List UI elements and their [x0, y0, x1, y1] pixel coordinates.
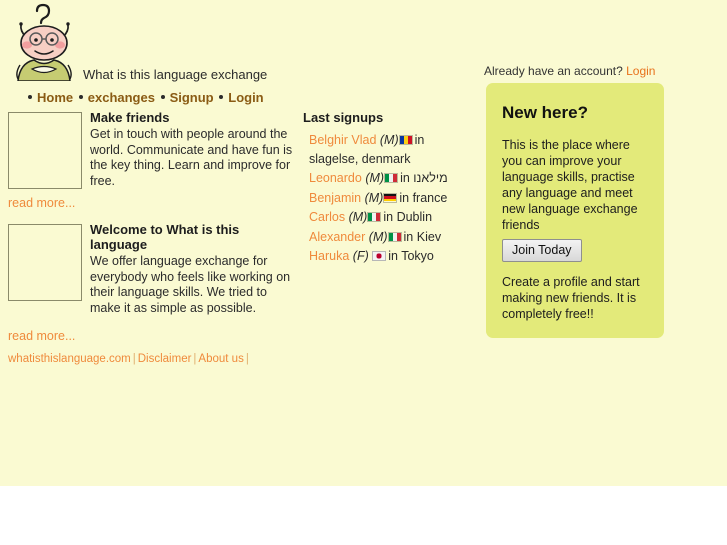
header-login-link[interactable]: Login	[626, 64, 655, 78]
site-header: What is this language exchange Already h…	[0, 0, 727, 85]
bullet-icon	[78, 95, 83, 99]
signup-user-link[interactable]: Benjamin	[309, 191, 361, 205]
last-signups-panel: Last signups Belghir Vlad (M) in slagelse…	[303, 110, 473, 267]
account-prompt-text: Already have an account?	[484, 64, 623, 78]
account-prompt: Already have an account? Login	[484, 64, 655, 78]
left-column: Make friends Get in touch with people ar…	[8, 110, 293, 355]
promo-welcome: Welcome to What is this language We offe…	[8, 222, 293, 343]
signup-location: Kiev	[416, 229, 442, 244]
nav-item-exchanges[interactable]: exchanges	[78, 90, 157, 105]
flag-icon-italy	[367, 212, 382, 222]
flag-icon-romania	[398, 135, 413, 145]
flag-icon-italy	[387, 231, 402, 242]
signup-in-word: in	[388, 249, 398, 263]
flag-icon-germany	[383, 192, 398, 203]
list-item: Benjamin (M) in france	[309, 189, 473, 208]
signup-in-word: in	[414, 133, 425, 147]
signup-location: slagelse, denmark	[309, 151, 411, 166]
nav-link-exchanges[interactable]: exchanges	[88, 90, 155, 105]
signup-user-link[interactable]: Belghir Vlad	[309, 133, 376, 147]
alien-question-mark-logo-icon	[16, 3, 72, 81]
bullet-icon	[219, 95, 224, 99]
footer-link-site[interactable]: whatisthislanguage.com	[8, 353, 131, 365]
last-signups-heading: Last signups	[303, 110, 384, 125]
site-logo[interactable]	[8, 3, 80, 81]
main-navigation: Home exchanges Signup Login	[28, 90, 266, 105]
list-item: Carlos (M) in Dublin	[309, 208, 473, 227]
signup-in-word: in	[383, 210, 394, 224]
footer-separator: |	[132, 353, 136, 365]
signup-gender: (F)	[352, 249, 369, 263]
read-more-link-welcome[interactable]: read more...	[8, 323, 293, 343]
signup-gender: (M)	[348, 210, 368, 224]
footer-link-about-us[interactable]: About us	[198, 353, 243, 365]
signup-location: Dublin	[396, 210, 433, 224]
list-item: Haruka (F) in Tokyo	[309, 247, 473, 266]
nav-item-signup[interactable]: Signup	[160, 90, 216, 105]
signup-gender: (M)	[365, 171, 385, 185]
page-root: What is this language exchange Already h…	[0, 0, 727, 545]
signup-in-word: in	[403, 229, 414, 244]
list-item: Belghir Vlad (M) in slagelse, denmark	[309, 131, 473, 168]
bullet-icon	[160, 95, 165, 99]
signup-gender: (M)	[379, 133, 399, 147]
signup-user-link[interactable]: Carlos	[309, 210, 345, 224]
signup-gender: (M)	[368, 229, 388, 244]
signup-gender: (M)	[364, 190, 384, 205]
new-here-panel: New here? This is the place where you ca…	[486, 83, 664, 338]
two-friends-studying-photo	[8, 112, 82, 189]
footer-separator: |	[193, 353, 197, 365]
bullet-icon	[28, 95, 32, 99]
footer-separator: |	[245, 353, 249, 365]
read-more-link-make-friends[interactable]: read more...	[8, 196, 293, 210]
page-content: What is this language exchange Already h…	[0, 0, 727, 365]
join-today-button[interactable]: Join Today	[502, 239, 582, 262]
footer-link-disclaimer[interactable]: Disclaimer	[138, 353, 192, 365]
signup-user-link[interactable]: Alexander	[309, 230, 365, 244]
signup-user-link[interactable]: Leonardo	[309, 171, 362, 185]
list-item: Leonardo (M) in מילאנו	[309, 169, 473, 188]
signup-location: מילאנו	[413, 171, 448, 185]
site-title: What is this language exchange	[83, 67, 268, 82]
flag-icon-italy	[384, 173, 399, 183]
signup-in-word: in	[399, 190, 410, 205]
list-item: Alexander (M) in Kiev	[309, 228, 473, 247]
signup-user-link[interactable]: Haruka	[309, 249, 349, 263]
footer: whatisthislanguage.com | Disclaimer | About …	[8, 353, 251, 365]
new-here-body-bottom: Create a profile and start making new fr…	[502, 275, 640, 321]
nav-link-signup[interactable]: Signup	[170, 90, 214, 105]
nav-link-home[interactable]: Home	[37, 90, 73, 105]
new-here-heading: New here?	[502, 103, 588, 122]
signup-list: Belghir Vlad (M) in slagelse, denmark Leo…	[303, 131, 473, 266]
signup-location: france	[412, 190, 448, 205]
flag-icon-japan	[372, 251, 387, 261]
signup-in-word: in	[400, 171, 410, 185]
promo-make-friends: Make friends Get in touch with people ar…	[8, 110, 293, 210]
nav-link-login[interactable]: Login	[228, 90, 263, 105]
bagpiper-photo	[8, 224, 82, 301]
signup-location: Tokyo	[401, 249, 434, 263]
nav-item-home[interactable]: Home	[28, 90, 75, 105]
nav-item-login[interactable]: Login	[219, 90, 265, 105]
new-here-body-top: This is the place where you can improve …	[502, 138, 638, 232]
